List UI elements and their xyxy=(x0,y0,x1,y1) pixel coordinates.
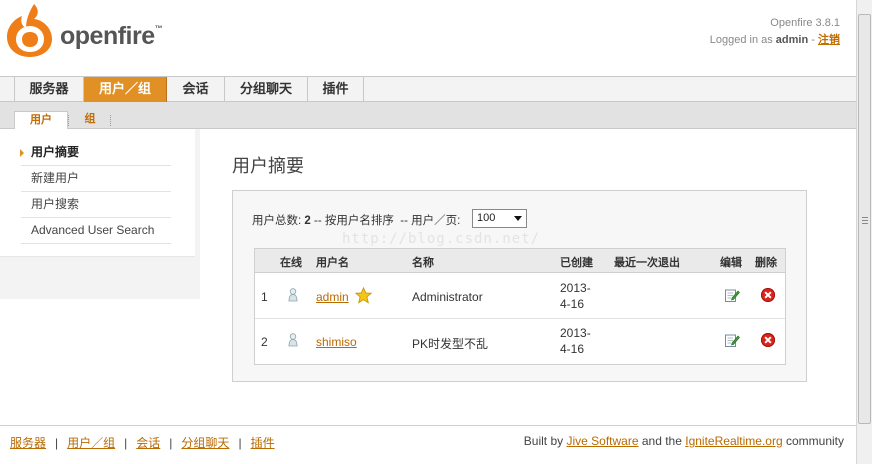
column-header-last-logout: 最近一次退出 xyxy=(614,257,680,269)
total-users-count: 2 xyxy=(304,215,311,227)
footer-link-users-groups[interactable]: 用户／组 xyxy=(67,436,115,450)
table-row: 2 shimiso PK时发型不乱 2013- 4-16 xyxy=(255,319,785,364)
footer: 服务器 | 用户／组 | 会话 | 分组聊天 | 插件 Built by Jive Softwa… xyxy=(0,425,856,464)
sidebar-item-user-summary[interactable]: 用户摘要 xyxy=(21,140,171,166)
per-page-select[interactable]: 100 xyxy=(472,209,527,228)
sidebar-menu: 用户摘要 新建用户 用户搜索 Advanced User Search xyxy=(0,129,195,257)
subtab-separator xyxy=(110,115,111,126)
column-header-online: 在线 xyxy=(280,257,302,269)
ignite-realtime-link[interactable]: IgniteRealtime.org xyxy=(685,434,782,448)
watermark: http://blog.csdn.net/ xyxy=(342,231,541,247)
summary-line: 用户总数: 2 -- 按用户名排序 -- 用户／页: xyxy=(252,215,461,227)
edit-icon[interactable] xyxy=(724,287,740,303)
chevron-down-icon xyxy=(514,216,522,221)
version-label: Openfire 3.8.1 xyxy=(770,17,840,29)
tab-users-groups[interactable]: 用户／组 xyxy=(84,77,167,102)
username-link[interactable]: admin xyxy=(316,290,349,304)
brand-name: openfire™ xyxy=(60,22,163,50)
footer-link-server[interactable]: 服务器 xyxy=(10,436,46,450)
credits: Built by Jive Software and the IgniteRea… xyxy=(523,434,844,448)
row-index: 1 xyxy=(261,290,268,304)
created-date-line2: 4-16 xyxy=(560,342,585,356)
page-title: 用户摘要 xyxy=(232,156,304,176)
login-status: Logged in as admin - 注销 xyxy=(709,34,840,46)
sidebar-item-advanced-user-search[interactable]: Advanced User Search xyxy=(21,218,171,244)
openfire-logo[interactable]: openfire™ xyxy=(4,2,164,58)
column-header-username: 用户名 xyxy=(316,257,349,269)
delete-icon[interactable] xyxy=(761,333,775,347)
column-header-edit: 编辑 xyxy=(720,257,742,269)
delete-icon[interactable] xyxy=(761,288,775,302)
tab-plugins[interactable]: 插件 xyxy=(308,77,364,102)
sub-nav: 用户 组 xyxy=(0,102,856,130)
vertical-scrollbar[interactable] xyxy=(856,0,872,464)
scroll-grip-icon xyxy=(862,217,868,224)
user-offline-icon xyxy=(288,288,298,302)
tab-server[interactable]: 服务器 xyxy=(14,77,84,102)
flame-logo-icon xyxy=(7,4,52,57)
column-header-name: 名称 xyxy=(412,257,434,269)
logout-link[interactable]: 注销 xyxy=(818,34,840,46)
column-header-created: 已创建 xyxy=(560,257,593,269)
subtab-separator xyxy=(68,115,69,126)
subtab-groups[interactable]: 组 xyxy=(72,111,108,129)
jive-software-link[interactable]: Jive Software xyxy=(566,434,638,448)
table-row: 1 admin Administrator 2013- 4-16 xyxy=(255,274,785,319)
footer-link-group-chat[interactable]: 分组聊天 xyxy=(181,436,229,450)
sidebar: 用户摘要 新建用户 用户搜索 Advanced User Search xyxy=(0,129,200,299)
user-full-name: Administrator xyxy=(412,290,483,304)
scrollbar-thumb[interactable] xyxy=(858,14,871,424)
table-header: 在线 用户名 名称 已创建 最近一次退出 编辑 删除 xyxy=(255,249,785,273)
main-nav: 服务器 用户／组 会话 分组聊天 插件 xyxy=(0,76,856,102)
sidebar-item-user-search[interactable]: 用户搜索 xyxy=(21,192,171,218)
user-offline-icon xyxy=(288,333,298,347)
edit-icon[interactable] xyxy=(724,332,740,348)
tab-group-chat[interactable]: 分组聊天 xyxy=(225,77,308,102)
header: openfire™ Openfire 3.8.1 Logged in as ad… xyxy=(0,0,856,76)
sidebar-item-new-user[interactable]: 新建用户 xyxy=(21,166,171,192)
users-table: 在线 用户名 名称 已创建 最近一次退出 编辑 删除 1 admin Admin… xyxy=(254,248,786,365)
created-date-line1: 2013- xyxy=(560,326,591,340)
row-index: 2 xyxy=(261,335,268,349)
created-date-line1: 2013- xyxy=(560,281,591,295)
column-header-delete: 删除 xyxy=(755,257,777,269)
username-link[interactable]: shimiso xyxy=(316,335,357,349)
tab-sessions[interactable]: 会话 xyxy=(167,77,225,102)
footer-links: 服务器 | 用户／组 | 会话 | 分组聊天 | 插件 xyxy=(10,436,275,450)
created-date-line2: 4-16 xyxy=(560,297,585,311)
user-summary-panel: 用户总数: 2 -- 按用户名排序 -- 用户／页: 100 在线 用户名 名称… xyxy=(232,190,807,382)
current-username: admin xyxy=(775,34,809,46)
star-icon xyxy=(355,287,372,304)
subtab-users[interactable]: 用户 xyxy=(14,111,68,130)
footer-link-sessions[interactable]: 会话 xyxy=(136,436,160,450)
user-full-name: PK时发型不乱 xyxy=(412,337,489,351)
footer-link-plugins[interactable]: 插件 xyxy=(251,436,275,450)
